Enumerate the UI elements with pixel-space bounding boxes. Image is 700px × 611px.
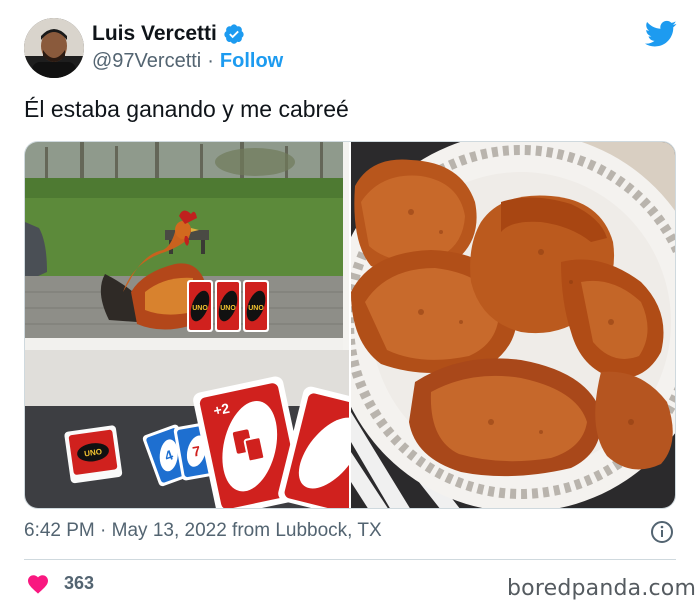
tweet-card: Luis Vercetti @97Vercetti · Follow Él es… — [0, 0, 700, 611]
author-name[interactable]: Luis Vercetti — [92, 22, 217, 46]
like-action[interactable]: 363 — [26, 572, 94, 594]
heart-icon[interactable] — [26, 572, 50, 594]
handle-separator: · — [207, 50, 214, 72]
divider — [24, 559, 676, 560]
tweet-text: Él estaba ganando y me cabreé — [24, 96, 349, 122]
author-name-row: Luis Vercetti — [92, 22, 245, 46]
fried-chicken-photo[interactable] — [351, 142, 675, 508]
follow-button[interactable]: Follow — [220, 50, 283, 73]
tweet-media[interactable]: UNO UNO UNO UNO 4 7 +2 — [24, 141, 676, 509]
info-icon[interactable] — [650, 520, 674, 544]
window-card-2: UNO — [220, 305, 236, 312]
author-handle-row: @97Vercetti · Follow — [92, 50, 283, 73]
twitter-bird-icon[interactable] — [645, 20, 677, 48]
tweet-timestamp[interactable]: 6:42 PM · May 13, 2022 from Lubbock, TX — [24, 520, 382, 542]
verified-badge-icon — [224, 24, 244, 44]
avatar[interactable] — [24, 18, 84, 78]
like-count: 363 — [64, 572, 95, 593]
watermark: boredpanda.com — [507, 576, 697, 601]
window-card-3: UNO — [248, 305, 264, 312]
author-handle[interactable]: @97Vercetti — [92, 50, 201, 73]
window-card-1: UNO — [192, 305, 208, 312]
rooster-uno-photo[interactable]: UNO UNO UNO UNO 4 7 +2 — [25, 142, 349, 508]
